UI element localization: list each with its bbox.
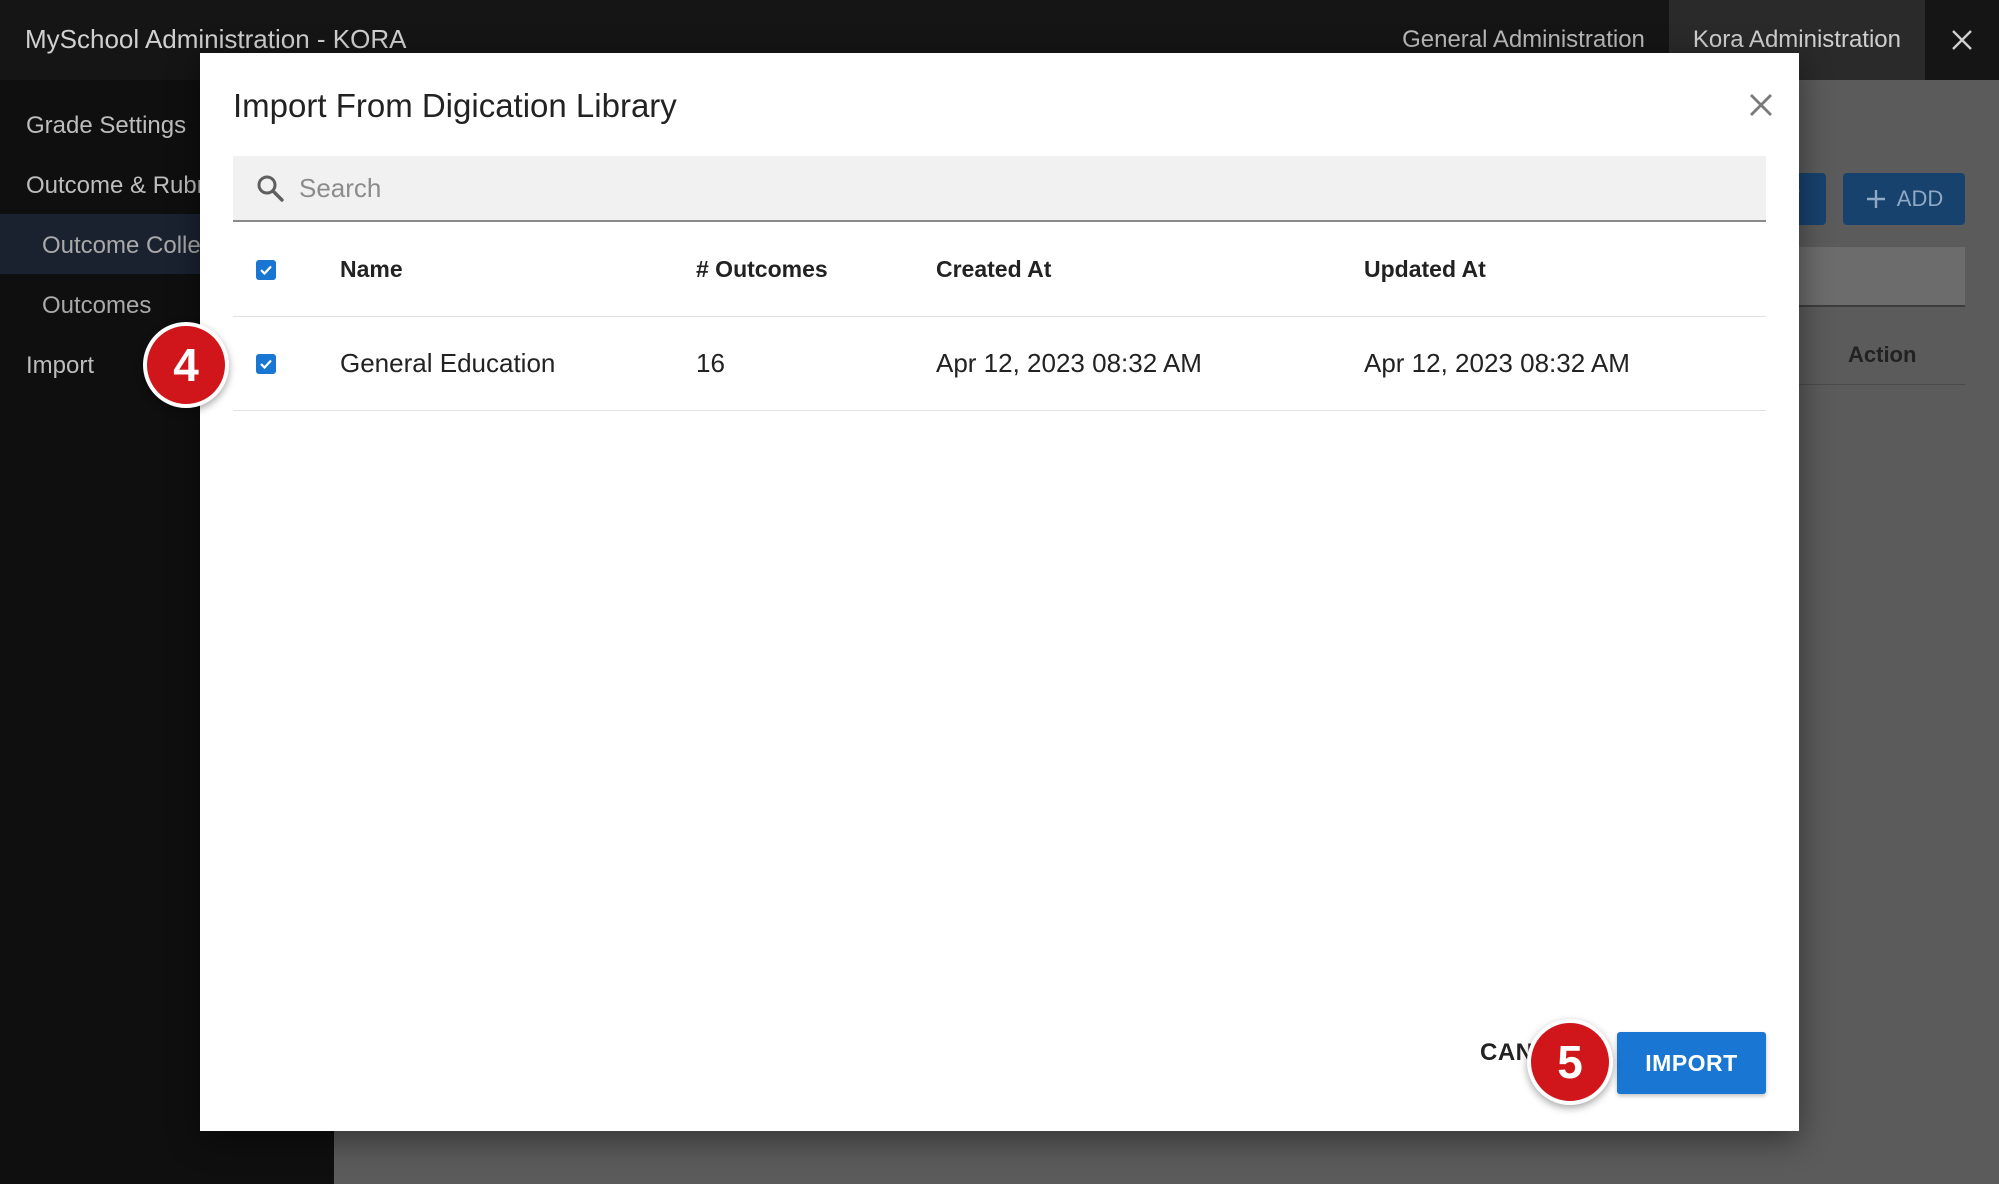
- import-button[interactable]: IMPORT: [1617, 1032, 1766, 1094]
- library-table: Name # Outcomes Created At Updated At Ge…: [233, 223, 1766, 411]
- sidebar-item-outcomes[interactable]: Outcomes: [42, 292, 151, 320]
- check-icon: [260, 265, 272, 275]
- search-icon: [257, 175, 284, 202]
- sidebar-item-outcome-collections[interactable]: Outcome Colle: [42, 232, 201, 260]
- select-all-cell: [256, 223, 276, 316]
- import-dialog: Import From Digication Library Name # Ou…: [200, 53, 1799, 1131]
- select-all-checkbox[interactable]: [256, 259, 276, 280]
- row-outcomes-count: 16: [696, 348, 725, 378]
- app-close-icon[interactable]: [1925, 0, 1999, 80]
- row-created-at: Apr 12, 2023 08:32 AM: [936, 348, 1202, 378]
- background-add-button: ADD: [1843, 173, 1965, 225]
- check-icon: [260, 359, 272, 369]
- table-header-row: Name # Outcomes Created At Updated At: [233, 223, 1766, 317]
- background-search-bar: [1797, 247, 1965, 307]
- column-header-created-at[interactable]: Created At: [936, 223, 1051, 316]
- column-header-outcomes[interactable]: # Outcomes: [696, 223, 828, 316]
- dialog-title: Import From Digication Library: [233, 87, 677, 124]
- background-divider: [1797, 384, 1965, 385]
- close-icon[interactable]: [1743, 87, 1779, 123]
- row-select-cell: [256, 317, 276, 410]
- search-box: [233, 156, 1766, 222]
- background-action-header: Action: [1848, 342, 1917, 367]
- sidebar-item-grade-settings[interactable]: Grade Settings: [26, 112, 186, 140]
- row-name: General Education: [340, 348, 556, 378]
- sidebar-item-outcome-rubrics[interactable]: Outcome & Rubr: [26, 172, 205, 200]
- step-callout-4: 4: [143, 322, 229, 408]
- column-header-updated-at[interactable]: Updated At: [1364, 223, 1486, 316]
- column-header-name[interactable]: Name: [340, 223, 403, 316]
- table-row[interactable]: General Education 16 Apr 12, 2023 08:32 …: [233, 317, 1766, 411]
- row-updated-at: Apr 12, 2023 08:32 AM: [1364, 348, 1630, 378]
- sidebar-item-import[interactable]: Import: [26, 352, 94, 380]
- step-callout-5: 5: [1527, 1019, 1613, 1105]
- background-add-label: ADD: [1896, 186, 1944, 211]
- search-input[interactable]: [299, 172, 1699, 204]
- cancel-button[interactable]: CAN: [1480, 1033, 1534, 1073]
- row-checkbox[interactable]: [256, 353, 276, 374]
- app-title: MySchool Administration - KORA: [25, 24, 407, 54]
- plus-icon: [1866, 190, 1885, 208]
